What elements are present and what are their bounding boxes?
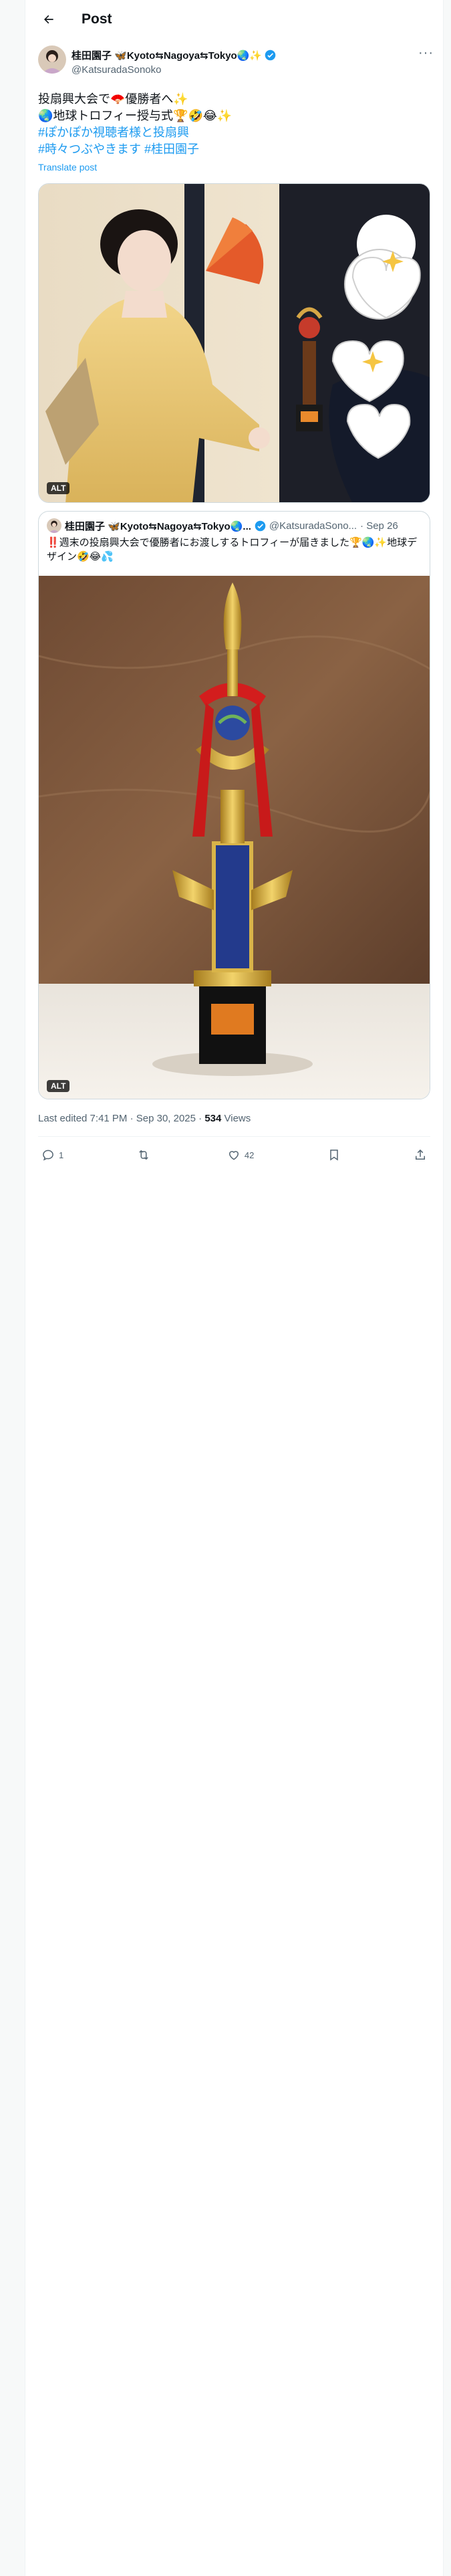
author-handle[interactable]: @KatsuradaSonoko [71,64,276,76]
repost-icon [138,1150,148,1160]
post-column: Post 桂田園子 🦋Kyoto⇆Nagoya⇆Tokyo🌏✨ @Katsura… [25,0,443,2576]
quote-author-name: 桂田園子 🦋Kyoto⇆Nagoya⇆Tokyo🌏... [65,520,251,532]
hashtag-link[interactable]: #時々つぶやきます #桂田園子 [38,141,430,158]
like-count: 42 [244,1150,255,1160]
author-name[interactable]: 桂田園子 🦋Kyoto⇆Nagoya⇆Tokyo🌏✨ [71,48,262,62]
left-rail [0,0,25,2576]
more-options-icon[interactable]: ··· [418,45,434,61]
quote-photo[interactable]: ALT [39,576,430,1099]
reply-count: 1 [59,1150,64,1160]
photo-image [39,184,430,502]
bookmark-icon [329,1150,338,1161]
quote-header: 桂田園子 🦋Kyoto⇆Nagoya⇆Tokyo🌏... @KatsuradaS… [39,512,430,533]
top-bar: Post [25,0,443,39]
heart-icon [229,1151,239,1160]
post-photo[interactable]: ALT [38,183,430,503]
post-header: 桂田園子 🦋Kyoto⇆Nagoya⇆Tokyo🌏✨ @KatsuradaSon… [25,45,443,79]
right-rail [443,0,451,2576]
post-line: 投扇興大会で🪭優勝者へ✨ [38,92,188,106]
quote-avatar [47,518,61,533]
repost-button[interactable] [137,1148,154,1162]
views-count: 534 [204,1113,222,1124]
hashtag-link[interactable]: #ぽかぽか視聴者様と投扇興 [38,124,430,141]
share-icon [415,1149,425,1160]
verified-badge-icon [265,49,276,61]
reply-button[interactable]: 1 [41,1148,63,1162]
page-title: Post [82,11,112,27]
alt-text-badge[interactable]: ALT [47,482,70,494]
avatar[interactable] [38,45,66,74]
quote-author-handle: @KatsuradaSono... [269,520,357,532]
verified-badge-icon [255,520,266,531]
post-text: 投扇興大会で🪭優勝者へ✨ 🌏地球トロフィー授与式🏆🤣😂✨ #ぽかぽか視聴者様と投… [25,79,443,158]
action-bar: 1 42 [25,1137,443,1166]
reply-icon [43,1150,53,1161]
post-meta: Last edited 7:41 PM · Sep 30, 2025 · 534… [25,1099,443,1124]
edited-timestamp[interactable]: Last edited 7:41 PM · Sep 30, 2025 · [38,1113,204,1124]
translate-post-link[interactable]: Translate post [25,158,443,173]
quoted-post[interactable]: 桂田園子 🦋Kyoto⇆Nagoya⇆Tokyo🌏... @KatsuradaS… [38,511,430,1099]
share-button[interactable] [414,1148,427,1162]
views-label: Views [221,1113,251,1124]
page: Post 桂田園子 🦋Kyoto⇆Nagoya⇆Tokyo🌏✨ @Katsura… [0,0,451,2576]
alt-text-badge[interactable]: ALT [47,1080,70,1092]
arrow-left-icon [44,15,53,24]
quote-text: ‼️週末の投扇興大会で優勝者にお渡しするトロフィーが届きました🏆🌏✨地球デザイン… [47,537,418,562]
bookmark-button[interactable] [327,1148,341,1162]
trophy-photo-image [39,576,430,1099]
like-button[interactable]: 42 [227,1148,254,1162]
quote-date: · Sep 26 [360,520,398,532]
back-button[interactable] [37,8,60,31]
post-line: 🌏地球トロフィー授与式🏆🤣😂✨ [38,109,233,122]
